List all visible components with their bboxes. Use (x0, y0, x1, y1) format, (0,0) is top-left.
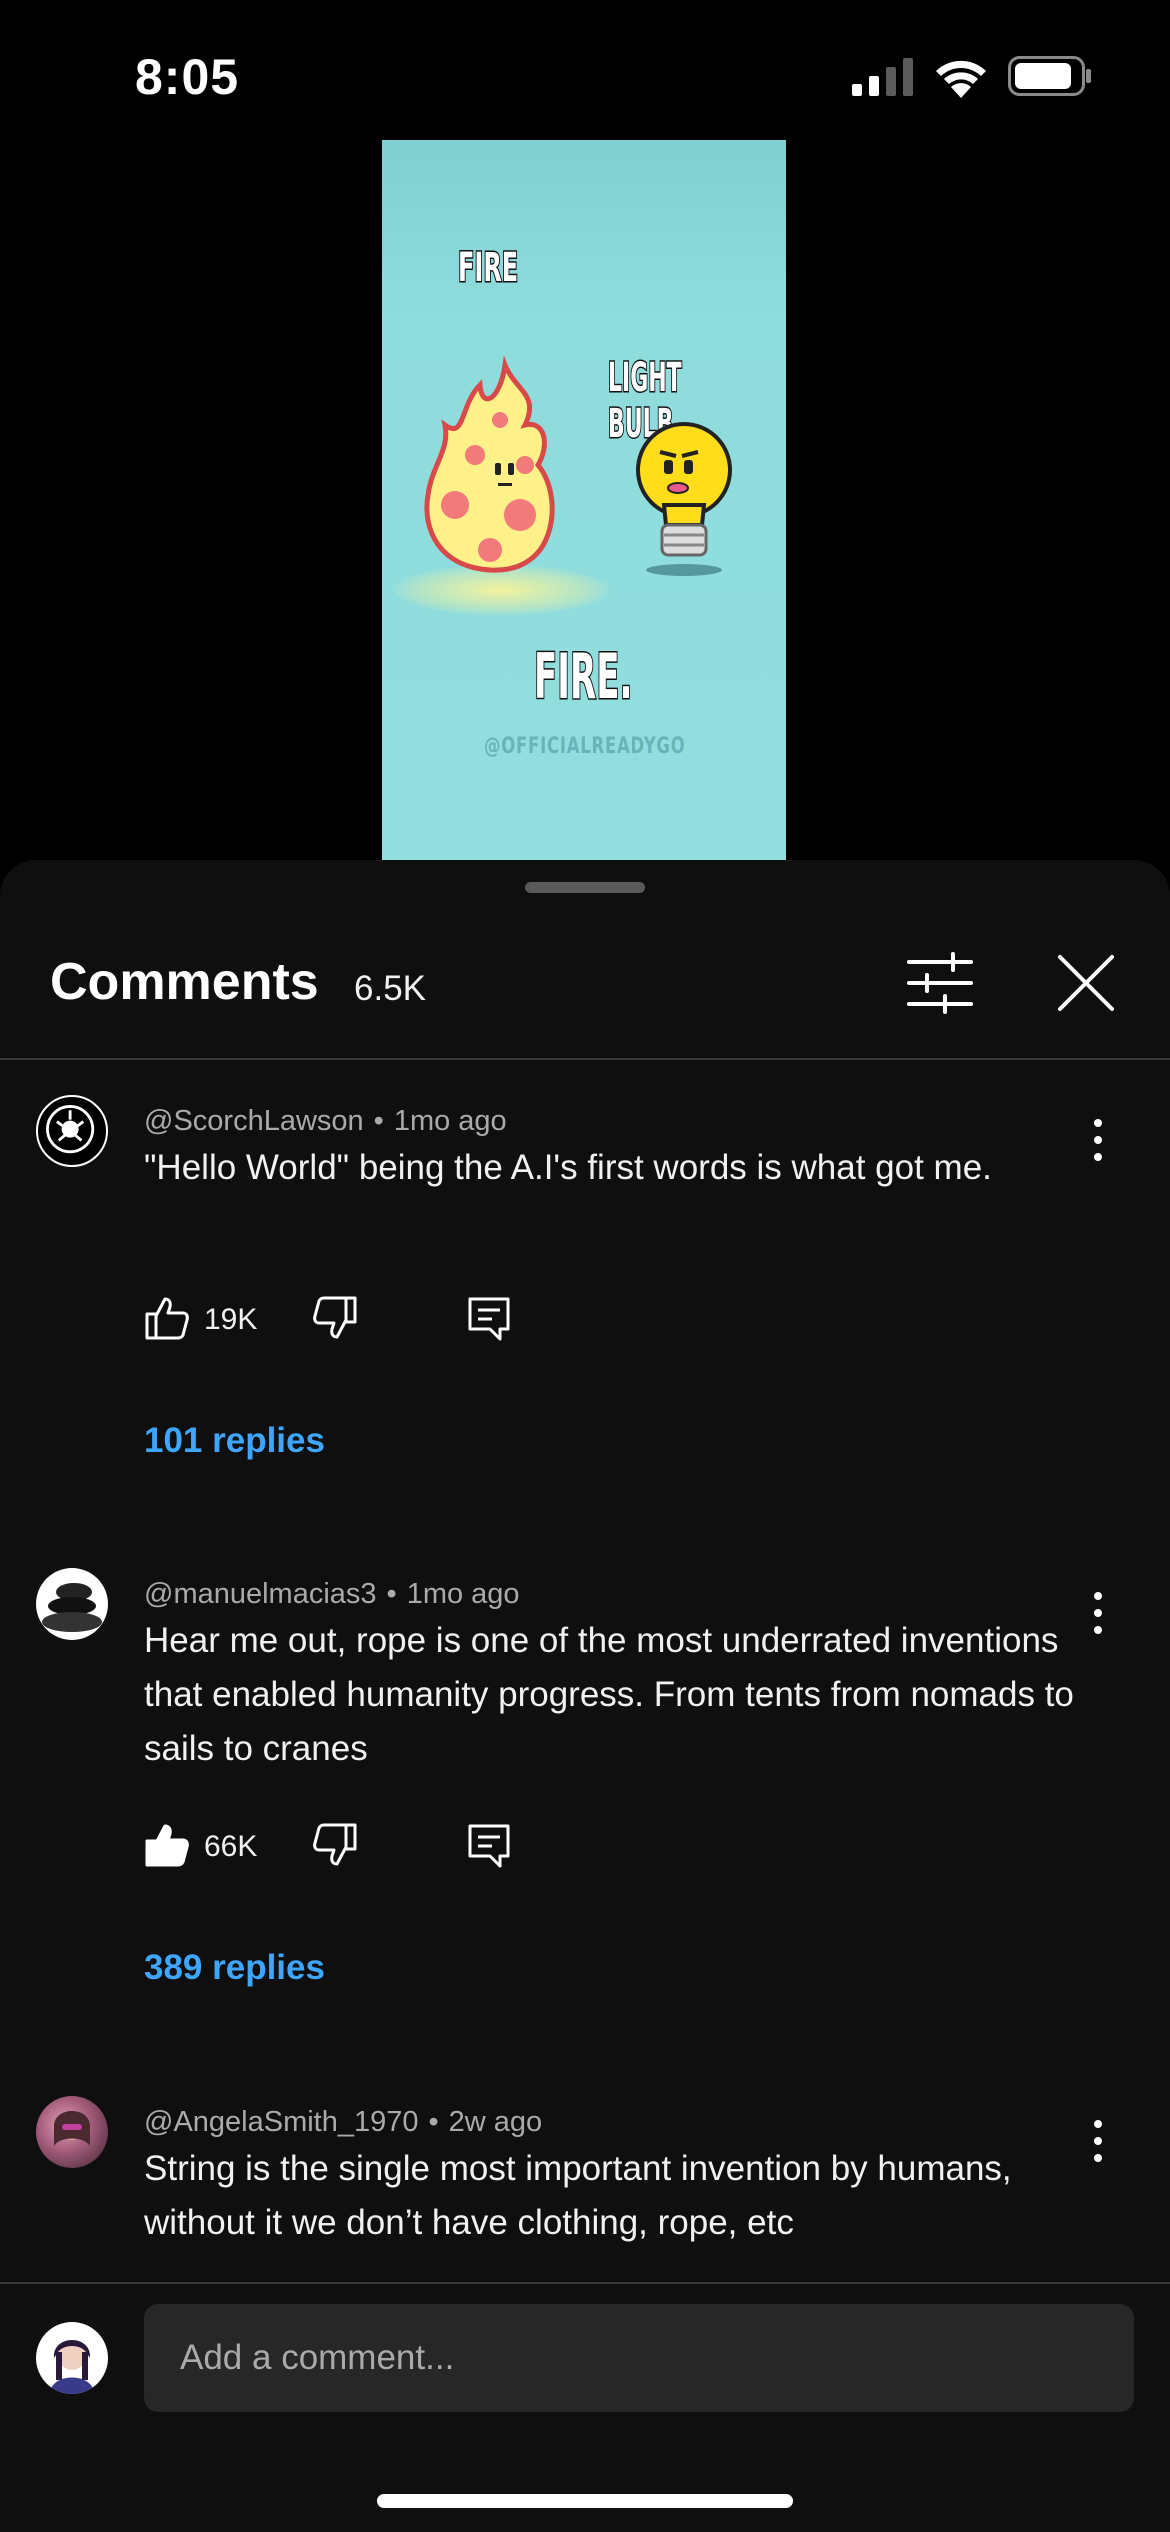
comment-text: Hear me out, rope is one of the most und… (144, 1621, 1074, 1768)
wifi-icon (936, 60, 986, 98)
avatar[interactable] (36, 1095, 108, 1167)
thumbs-up-icon[interactable] (144, 1295, 190, 1341)
comment-meta: @AngelaSmith_1970 • 2w ago (144, 2106, 543, 2138)
avatar-stones-icon (42, 1583, 102, 1632)
reply-icon[interactable] (466, 1295, 512, 1341)
current-user-avatar[interactable] (36, 2322, 108, 2394)
close-icon[interactable] (1055, 952, 1117, 1014)
video-frame: FIRE LIGHT BULB FIRE. @OFFICIALREADYGO (382, 140, 786, 860)
header-divider (0, 1058, 1170, 1060)
home-indicator[interactable] (377, 2494, 793, 2508)
comment-text: "Hello World" being the A.I's first word… (144, 1148, 992, 1187)
more-options-icon[interactable] (1080, 1115, 1116, 1165)
comment-time: 1mo ago (393, 1105, 507, 1137)
comments-title: Comments (50, 953, 319, 1011)
sort-filter-icon[interactable] (905, 952, 975, 1014)
video-caption: FIRE. (533, 639, 633, 715)
avatar-anime-icon (50, 2340, 94, 2394)
status-bar: 8:05 (0, 0, 1170, 140)
avatar-person-icon (54, 2111, 90, 2146)
light-bulb-character-illustration (636, 422, 732, 576)
comment-time: 1mo ago (406, 1578, 520, 1610)
like-count: 66K (204, 1830, 258, 1863)
comment-author[interactable]: @AngelaSmith_1970 (144, 2106, 419, 2138)
video-label-fire: FIRE (457, 244, 519, 293)
thumbs-down-icon[interactable] (312, 1295, 358, 1341)
sheet-drag-handle[interactable] (525, 882, 645, 893)
view-replies-link[interactable]: 389 replies (144, 1948, 325, 1988)
view-replies-link[interactable]: 101 replies (144, 1421, 325, 1461)
avatar-emblem-icon (46, 1105, 95, 1154)
reply-icon[interactable] (466, 1822, 512, 1868)
comment-author[interactable]: @manuelmacias3 (144, 1578, 377, 1610)
thumbs-up-filled-icon[interactable] (144, 1822, 190, 1868)
comment-time: 2w ago (448, 2106, 543, 2138)
battery-icon (1008, 56, 1091, 96)
comments-count: 6.5K (354, 969, 426, 1008)
comment-meta: @manuelmacias3 • 1mo ago (144, 1578, 520, 1610)
video-watermark-handle: @OFFICIALREADYGO (484, 734, 686, 759)
avatar[interactable] (36, 1568, 108, 1640)
comment-text: String is the single most important inve… (144, 2149, 1012, 2242)
more-options-icon[interactable] (1080, 1588, 1116, 1638)
status-time: 8:05 (135, 49, 240, 105)
like-count: 19K (204, 1303, 258, 1336)
add-comment-input[interactable] (144, 2304, 1134, 2412)
comment-author[interactable]: @ScorchLawson (144, 1105, 364, 1137)
avatar[interactable] (36, 2096, 108, 2168)
more-options-icon[interactable] (1080, 2116, 1116, 2166)
video-player[interactable]: FIRE LIGHT BULB FIRE. @OFFICIALREADYGO (0, 140, 1170, 860)
thumbs-down-icon[interactable] (312, 1822, 358, 1868)
comment-meta: @ScorchLawson • 1mo ago (144, 1105, 507, 1137)
cellular-signal-icon (852, 58, 913, 96)
fire-character-illustration (424, 355, 555, 573)
